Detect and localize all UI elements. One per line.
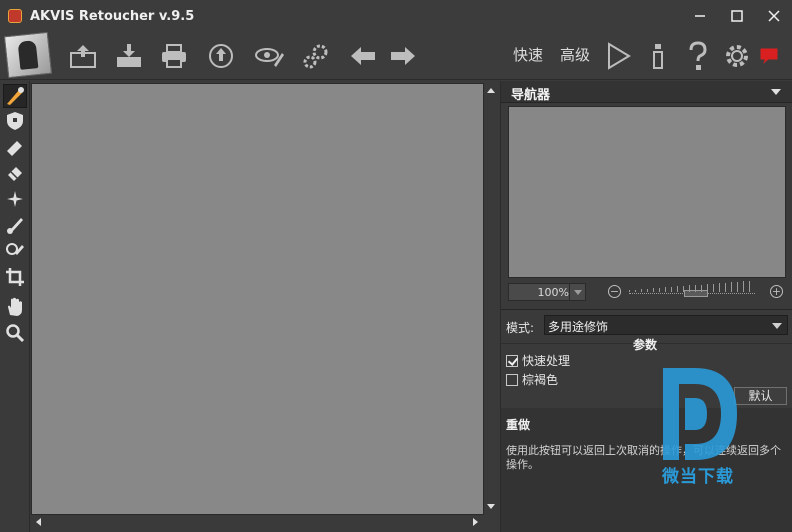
navigator-header[interactable]: 导航器: [501, 81, 792, 103]
sepia-checkbox[interactable]: [506, 373, 518, 386]
hint-title: 重做: [506, 418, 531, 432]
slider-tick: [647, 289, 648, 292]
vertical-scrollbar[interactable]: [484, 83, 498, 515]
mode-label: 模式:: [506, 321, 535, 335]
fast-processing-checkbox[interactable]: [506, 354, 518, 367]
zoom-value: 100%: [537, 286, 569, 299]
retouch-brush-tool[interactable]: [3, 84, 27, 108]
mode-select[interactable]: 多用途修饰: [544, 315, 788, 335]
share-icon[interactable]: [205, 40, 237, 72]
slider-tick: [719, 283, 720, 292]
slider-tick: [713, 284, 714, 292]
hint-text: 使用此按钮可以返回上次取消的操作，可以连续返回多个操作。: [506, 444, 781, 471]
hand-tool[interactable]: [3, 295, 27, 319]
scroll-left-icon[interactable]: [36, 518, 41, 526]
slider-tick: [635, 290, 636, 292]
settings-icon[interactable]: [721, 40, 753, 72]
resize-grip[interactable]: [484, 515, 498, 529]
image-canvas[interactable]: [31, 83, 484, 515]
watermark-logo-icon: [663, 368, 737, 460]
print-icon[interactable]: [158, 40, 190, 72]
mask-tool[interactable]: [3, 109, 27, 133]
zoom-in-icon[interactable]: +: [770, 285, 783, 298]
slider-tick: [701, 285, 702, 292]
bandage-tool[interactable]: [3, 161, 27, 185]
preferences-icon[interactable]: [300, 40, 332, 72]
zoom-select[interactable]: 100%: [508, 283, 586, 301]
zoom-out-icon[interactable]: −: [608, 285, 621, 298]
crop-tool[interactable]: [3, 265, 27, 289]
quick-mode-link[interactable]: 快速: [513, 44, 543, 65]
slider-tick: [749, 281, 750, 292]
info-icon[interactable]: [642, 40, 674, 72]
sepia-label: 棕褐色: [522, 373, 559, 387]
chevron-down-icon[interactable]: [569, 284, 585, 300]
akvis-logo: [3, 31, 53, 79]
slider-tick: [707, 284, 708, 292]
fast-processing-option[interactable]: 快速处理: [506, 352, 570, 369]
main-toolbar: 快速 高级: [0, 31, 792, 80]
divider: [501, 309, 792, 310]
slider-tick: [641, 289, 642, 292]
slider-tick: [629, 290, 630, 292]
fast-processing-label: 快速处理: [522, 354, 571, 368]
close-icon[interactable]: [755, 0, 792, 32]
slider-tick: [737, 282, 738, 292]
slider-tick: [725, 283, 726, 292]
slider-tick: [659, 288, 660, 292]
hint-panel: 重做 使用此按钮可以返回上次取消的操作，可以连续返回多个操作。: [501, 408, 792, 532]
open-image-icon[interactable]: [67, 40, 99, 72]
news-icon[interactable]: [753, 40, 785, 72]
tools-panel: [0, 81, 30, 532]
window-title: AKVIS Retoucher v.9.5: [30, 8, 195, 24]
app-icon: [8, 9, 22, 23]
collapse-caret-icon[interactable]: [771, 89, 781, 95]
slider-tick: [653, 288, 654, 292]
navigator-title: 导航器: [511, 88, 551, 103]
slider-tick: [743, 281, 744, 292]
minimize-icon[interactable]: [681, 0, 718, 32]
slider-tick: [677, 286, 678, 292]
navigator-preview[interactable]: [508, 106, 786, 278]
advanced-mode-link[interactable]: 高级: [560, 44, 590, 65]
title-bar: AKVIS Retoucher v.9.5: [0, 0, 792, 32]
scroll-down-icon[interactable]: [487, 504, 495, 509]
maximize-icon[interactable]: [718, 0, 755, 32]
slider-tick: [731, 282, 732, 292]
slider-tick: [665, 287, 666, 292]
run-icon[interactable]: [602, 40, 634, 72]
slider-tick: [689, 285, 690, 292]
slider-tick: [671, 287, 672, 292]
magic-wand-tool[interactable]: [3, 187, 27, 211]
clone-stamp-tool[interactable]: [3, 239, 27, 263]
right-panel: 导航器 100% − + 模式: 多用途修饰 参数 快速处理 棕褐色 默认 重做…: [500, 81, 792, 532]
scroll-right-icon[interactable]: [473, 518, 478, 526]
params-title: 参数: [633, 338, 658, 352]
slider-tick: [695, 285, 696, 292]
undo-icon[interactable]: [347, 40, 379, 72]
slider-handle[interactable]: [684, 290, 708, 297]
slider-tick: [683, 286, 684, 292]
window-controls: [681, 0, 792, 32]
eraser-tool[interactable]: [3, 135, 27, 159]
mode-select-value: 多用途修饰: [548, 320, 609, 334]
horizontal-scrollbar[interactable]: [31, 515, 484, 529]
zoom-slider[interactable]: [629, 279, 755, 303]
zoom-tool[interactable]: [3, 321, 27, 345]
save-image-icon[interactable]: [113, 40, 145, 72]
watermark-text: 微当下载: [662, 467, 734, 487]
help-icon[interactable]: [682, 40, 714, 72]
sepia-option[interactable]: 棕褐色: [506, 371, 558, 388]
redo-icon[interactable]: [387, 40, 419, 72]
chevron-down-icon[interactable]: [772, 323, 782, 329]
scroll-up-icon[interactable]: [487, 88, 495, 93]
brush-tool[interactable]: [3, 213, 27, 237]
batch-processing-icon[interactable]: [253, 40, 285, 72]
